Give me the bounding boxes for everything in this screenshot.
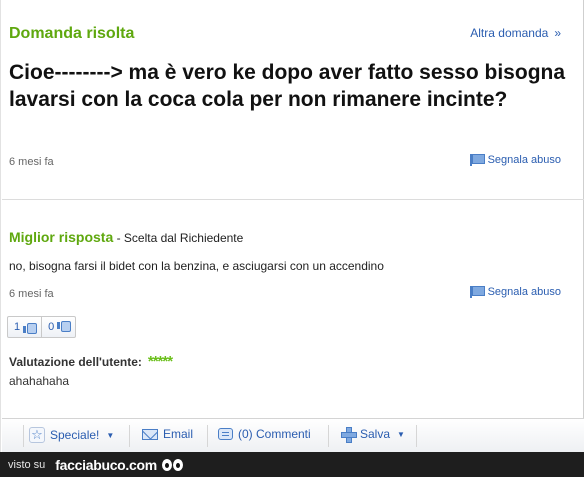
thumbs-up-count: 1: [14, 321, 21, 333]
special-button[interactable]: ☆ Speciale! ▼: [29, 427, 114, 443]
save-button[interactable]: Salva ▼: [341, 427, 405, 443]
toolbar-divider: [23, 425, 24, 447]
thumbs-up-icon: [23, 322, 38, 334]
question-status: Domanda risolta: [9, 25, 135, 42]
toolbar-divider: [129, 425, 130, 447]
watermark-bar: visto su facciabuco.com: [0, 452, 584, 477]
answer-time: 6 mesi fa: [9, 288, 54, 300]
watermark-prefix: visto su: [8, 458, 46, 471]
answers-page: Domanda risolta Altra domanda » Cioe-----…: [0, 0, 584, 452]
flag-icon: [469, 286, 485, 298]
question-title: Cioe--------> ma è vero ke dopo aver fat…: [9, 61, 566, 111]
question-time: 6 mesi fa: [9, 156, 54, 168]
answer-report-link[interactable]: Segnala abuso: [469, 286, 561, 298]
chosen-by-asker: - Scelta dal Richiedente: [113, 231, 244, 245]
other-question-label[interactable]: Altra domanda: [470, 26, 548, 40]
comments-label[interactable]: (0) Commenti: [238, 427, 311, 441]
other-question-link[interactable]: Altra domanda »: [470, 26, 561, 40]
plus-icon: [341, 427, 357, 443]
section-divider: [2, 199, 584, 200]
user-rating: Valutazione dell'utente: *****: [9, 353, 173, 370]
rating-label: Valutazione dell'utente:: [9, 354, 142, 369]
double-chevron-right-icon: »: [554, 26, 561, 40]
star-icon: ☆: [29, 427, 45, 443]
comment-icon: [218, 428, 233, 440]
comments-button[interactable]: (0) Commenti: [218, 427, 311, 441]
question-header: Domanda risolta Altra domanda »: [9, 22, 565, 44]
save-label[interactable]: Salva: [360, 427, 390, 441]
best-answer-header: Miglior risposta - Scelta dal Richiedent…: [9, 229, 243, 245]
best-answer-label: Miglior risposta: [9, 229, 114, 245]
eyes-logo-icon: [161, 458, 183, 471]
question-report-label[interactable]: Segnala abuso: [488, 154, 561, 166]
toolbar-divider: [416, 425, 417, 447]
question-report-link[interactable]: Segnala abuso: [469, 154, 561, 166]
thumbs-down-icon: [57, 322, 69, 333]
caret-down-icon[interactable]: ▼: [106, 431, 114, 440]
toolbar-divider: [207, 425, 208, 447]
email-button[interactable]: Email: [142, 427, 193, 441]
email-label[interactable]: Email: [163, 427, 193, 441]
eye-icon: [172, 458, 183, 471]
rating-stars: *****: [147, 353, 173, 370]
caret-down-icon[interactable]: ▼: [397, 430, 405, 439]
best-answer-text: no, bisogna farsi il bidet con la benzin…: [9, 259, 384, 273]
user-comment: ahahahaha: [9, 374, 70, 388]
special-label[interactable]: Speciale!: [50, 428, 99, 442]
watermark-brand: facciabuco.com: [55, 456, 157, 473]
vote-buttons: 1 0: [7, 316, 77, 338]
thumbs-up-button[interactable]: 1: [8, 317, 41, 337]
answer-report-label[interactable]: Segnala abuso: [488, 286, 561, 298]
toolbar-divider: [328, 425, 329, 447]
eye-icon: [161, 458, 172, 471]
thumbs-down-count: 0: [48, 321, 55, 333]
mail-icon: [142, 428, 158, 440]
flag-icon: [469, 154, 485, 166]
thumbs-down-button[interactable]: 0: [41, 317, 75, 337]
action-toolbar: ☆ Speciale! ▼ Email (0) Commenti Salva ▼: [2, 418, 584, 452]
